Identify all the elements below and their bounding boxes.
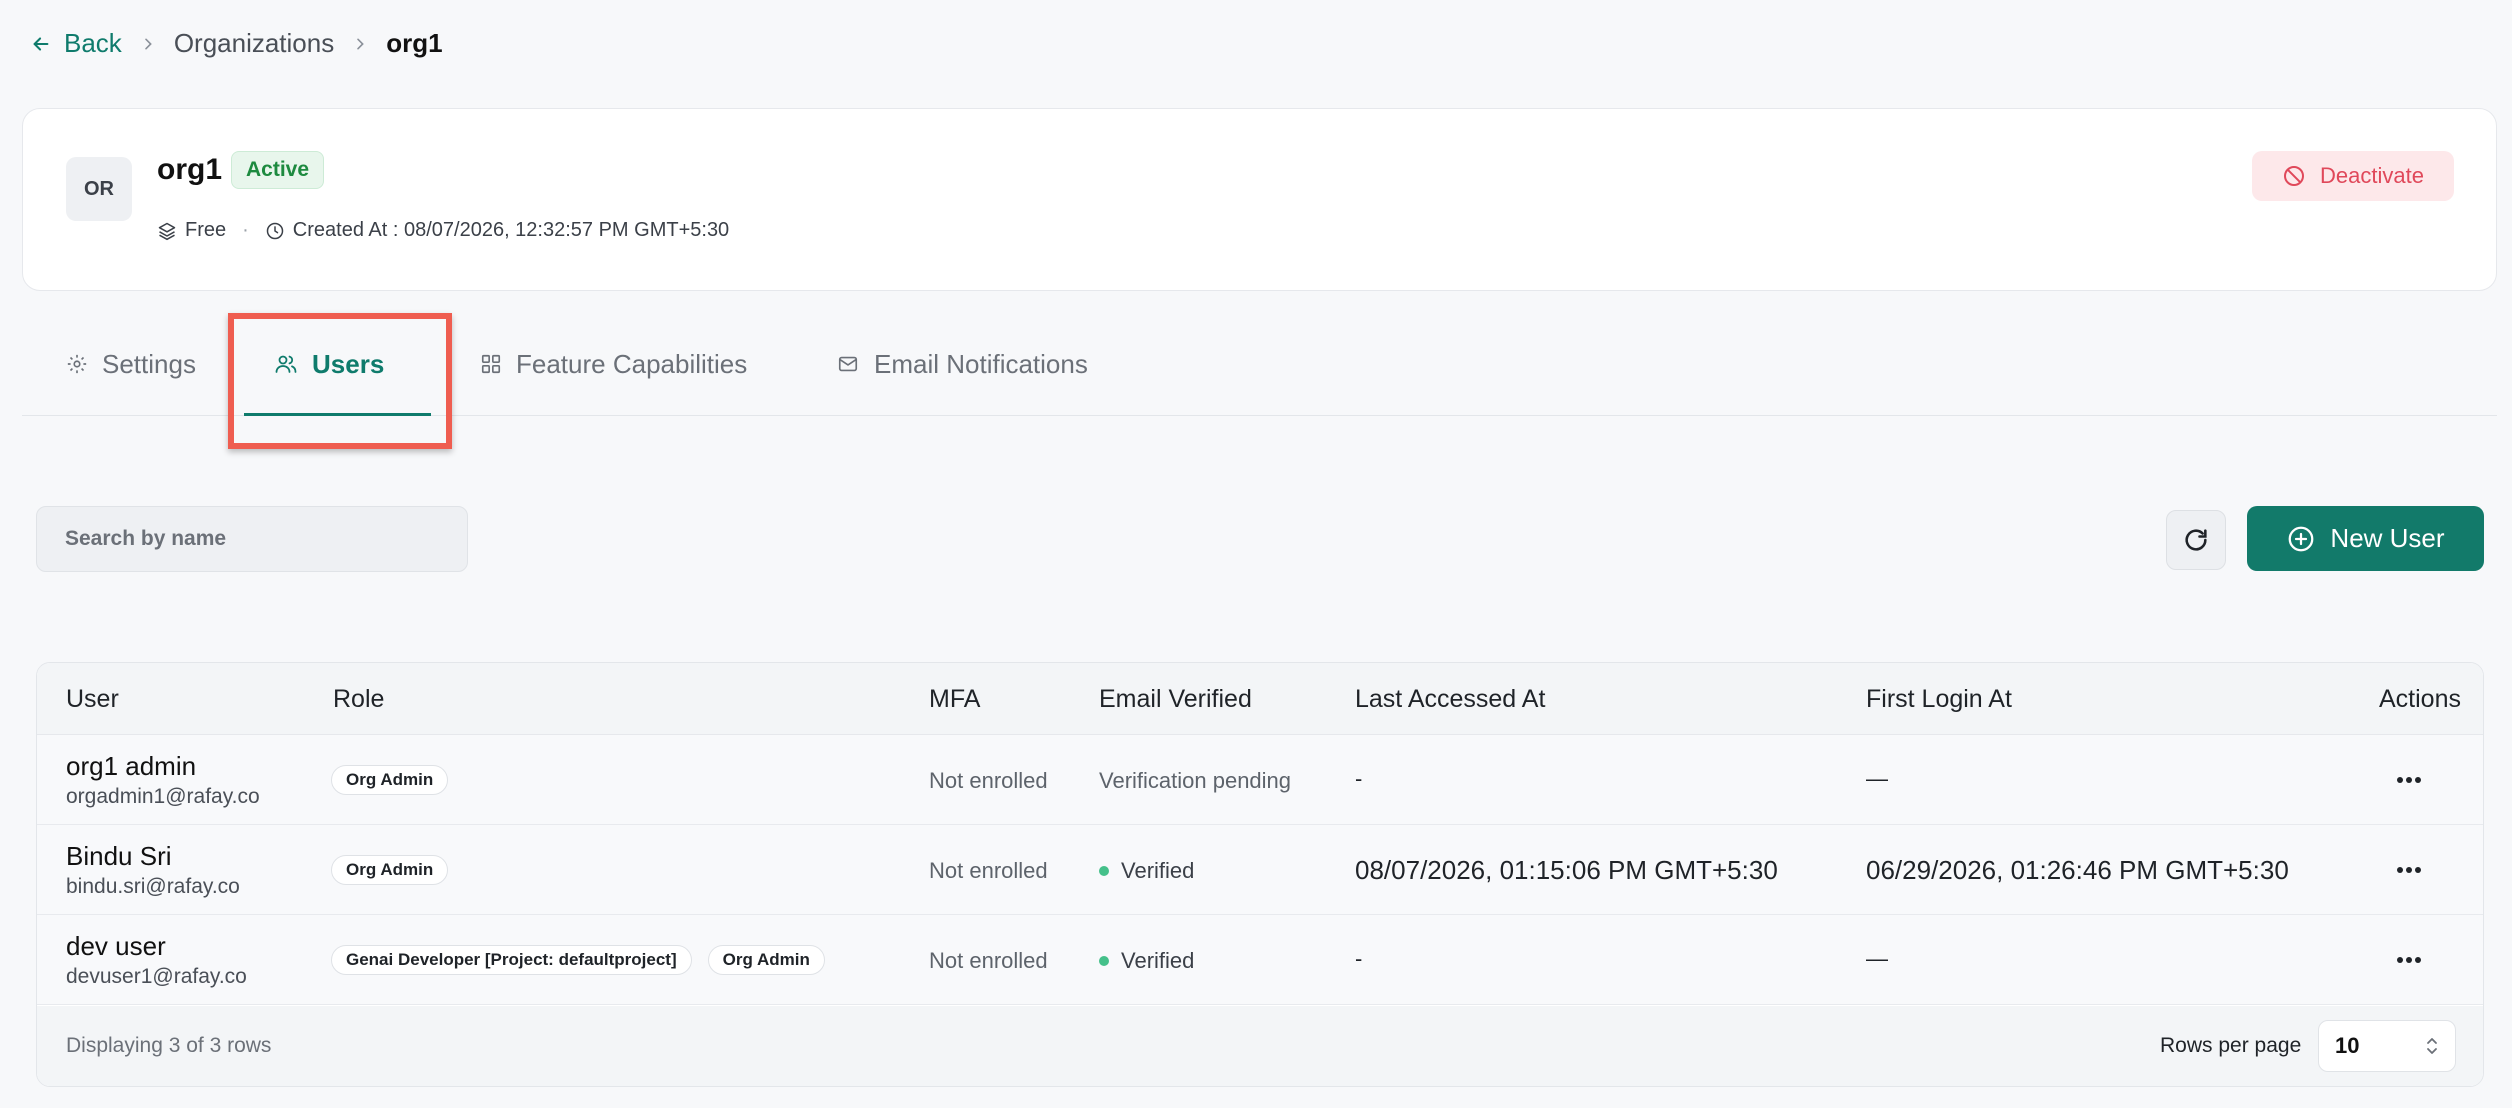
org-summary-card: OR org1 Active Free · Created At : 08/07… bbox=[22, 108, 2497, 291]
back-label: Back bbox=[64, 28, 122, 58]
row-actions-button[interactable] bbox=[2389, 855, 2429, 885]
deactivate-label: Deactivate bbox=[2320, 163, 2424, 188]
org-plan: Free bbox=[157, 219, 226, 242]
plus-circle-icon bbox=[2289, 526, 2314, 551]
first-login: 06/29/2026, 01:26:46 PM GMT+5:30 bbox=[1866, 855, 2289, 885]
layers-icon bbox=[158, 222, 176, 240]
tab-email-notifications[interactable]: Email Notifications bbox=[836, 312, 1088, 416]
table-row[interactable]: dev user devuser1@rafay.co Genai Develop… bbox=[37, 915, 2483, 1005]
tab-users[interactable]: Users bbox=[244, 312, 431, 416]
org-created: Created At : 08/07/2026, 12:32:57 PM GMT… bbox=[265, 219, 729, 242]
org-name: org1 bbox=[157, 153, 223, 186]
email-verified-status: Verified bbox=[1099, 858, 1194, 884]
mail-icon bbox=[838, 356, 858, 372]
breadcrumb-organizations[interactable]: Organizations bbox=[174, 28, 334, 59]
last-accessed: 08/07/2026, 01:15:06 PM GMT+5:30 bbox=[1355, 855, 1778, 885]
role-chip: Org Admin bbox=[331, 765, 449, 795]
role-chip: Genai Developer [Project: defaultproject… bbox=[331, 945, 692, 975]
rows-per-page-value: 10 bbox=[2335, 1033, 2360, 1058]
deactivate-button[interactable]: Deactivate bbox=[2252, 151, 2454, 201]
separator-dot: · bbox=[242, 219, 249, 241]
org-avatar: OR bbox=[66, 157, 132, 221]
tab-label: Email Notifications bbox=[874, 348, 1088, 379]
tab-label: Users bbox=[312, 348, 385, 379]
mfa-status: Not enrolled bbox=[929, 768, 1048, 793]
tab-label: Settings bbox=[102, 348, 196, 379]
breadcrumb-current: org1 bbox=[386, 28, 443, 58]
chevron-right-icon bbox=[352, 36, 368, 52]
role-list: Org Admin bbox=[331, 855, 464, 885]
rows-per-page-label: Rows per page bbox=[2160, 1034, 2302, 1057]
search-input[interactable] bbox=[36, 506, 468, 572]
email-verified-status: Verified bbox=[1099, 948, 1194, 974]
table-footer: Displaying 3 of 3 rows Rows per page 10 bbox=[37, 1006, 2483, 1086]
ban-icon bbox=[2284, 166, 2305, 186]
created-at-label: Created At : 08/07/2026, 12:32:57 PM GMT… bbox=[292, 219, 730, 241]
verified-dot-icon bbox=[1099, 866, 1109, 876]
refresh-button[interactable] bbox=[2166, 510, 2226, 570]
mfa-status: Not enrolled bbox=[929, 858, 1048, 883]
user-name: dev user bbox=[66, 931, 166, 961]
more-horizontal-icon bbox=[2397, 867, 2421, 873]
column-header-email-verified: Email Verified bbox=[1099, 685, 1252, 713]
verified-dot-icon bbox=[1099, 956, 1109, 966]
email-verified-status: Verification pending bbox=[1099, 768, 1292, 793]
tab-settings[interactable]: Settings bbox=[66, 312, 196, 416]
tab-label: Feature Capabilities bbox=[516, 348, 748, 379]
table-row[interactable]: Bindu Sri bindu.sri@rafay.co Org Admin N… bbox=[37, 825, 2483, 915]
user-email: bindu.sri@rafay.co bbox=[66, 875, 240, 898]
email-verified-label: Verified bbox=[1121, 948, 1195, 973]
table-row[interactable]: org1 admin orgadmin1@rafay.co Org Admin … bbox=[37, 735, 2483, 825]
clock-icon bbox=[266, 222, 284, 239]
new-user-button[interactable]: New User bbox=[2247, 506, 2484, 571]
user-email: devuser1@rafay.co bbox=[66, 965, 247, 988]
column-header-user: User bbox=[66, 685, 119, 713]
last-accessed: - bbox=[1355, 766, 1363, 791]
last-accessed: - bbox=[1355, 946, 1363, 971]
column-header-first-login: First Login At bbox=[1866, 685, 2012, 713]
grid-icon bbox=[481, 354, 501, 374]
first-login: — bbox=[1866, 766, 1888, 791]
user-email: orgadmin1@rafay.co bbox=[66, 785, 260, 808]
org-meta: Free · Created At : 08/07/2026, 12:32:57… bbox=[157, 219, 729, 242]
column-header-actions: Actions bbox=[2379, 685, 2461, 713]
role-chip: Org Admin bbox=[707, 945, 825, 975]
mfa-status: Not enrolled bbox=[929, 948, 1048, 973]
role-list: Genai Developer [Project: defaultproject… bbox=[331, 945, 841, 975]
column-header-role: Role bbox=[333, 685, 385, 713]
plan-label: Free bbox=[185, 219, 227, 241]
user-name: org1 admin bbox=[66, 751, 197, 781]
users-table: User Role MFA Email Verified Last Access… bbox=[36, 662, 2484, 1087]
user-name: Bindu Sri bbox=[66, 841, 172, 871]
role-chip: Org Admin bbox=[331, 855, 449, 885]
gear-icon bbox=[67, 354, 87, 374]
more-horizontal-icon bbox=[2397, 777, 2421, 783]
more-horizontal-icon bbox=[2397, 957, 2421, 963]
back-link[interactable]: Back bbox=[30, 28, 122, 59]
column-header-last-accessed: Last Accessed At bbox=[1355, 685, 1546, 713]
users-icon bbox=[275, 355, 297, 373]
rows-per-page-select[interactable]: 10 bbox=[2318, 1020, 2456, 1072]
new-user-label: New User bbox=[2330, 523, 2445, 553]
chevron-up-down-icon bbox=[2427, 1038, 2437, 1054]
row-count-text: Displaying 3 of 3 rows bbox=[66, 1034, 272, 1057]
column-header-mfa: MFA bbox=[929, 685, 981, 713]
tab-feature-capabilities[interactable]: Feature Capabilities bbox=[480, 312, 747, 416]
email-verified-label: Verified bbox=[1121, 858, 1195, 883]
refresh-icon bbox=[2185, 529, 2207, 551]
arrow-left-icon bbox=[33, 36, 49, 51]
first-login: — bbox=[1866, 946, 1888, 971]
chevron-right-icon bbox=[140, 36, 156, 52]
breadcrumb: Back Organizations org1 bbox=[30, 28, 443, 59]
row-actions-button[interactable] bbox=[2389, 765, 2429, 795]
role-list: Org Admin bbox=[331, 765, 464, 795]
table-header: User Role MFA Email Verified Last Access… bbox=[37, 663, 2483, 735]
tab-bar: Settings Users Feature Capabilities Emai… bbox=[22, 312, 2497, 416]
status-badge: Active bbox=[231, 151, 325, 189]
row-actions-button[interactable] bbox=[2389, 945, 2429, 975]
